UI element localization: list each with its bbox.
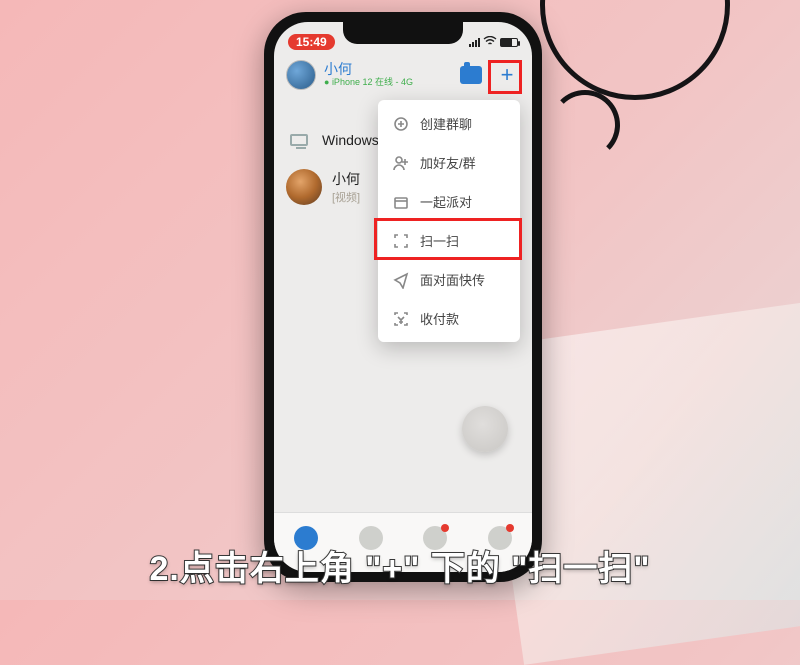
phone-notch — [343, 22, 463, 44]
menu-label: 加好友/群 — [420, 153, 476, 172]
floating-assist-button[interactable] — [462, 406, 508, 452]
header-username: 小何 — [324, 62, 452, 77]
highlight-plus — [488, 60, 522, 94]
stethoscope-cable — [540, 0, 730, 100]
menu-party[interactable]: 一起派对 — [378, 182, 520, 221]
party-icon — [392, 193, 410, 211]
phone-screen: 15:49 小何 iPhone 12 在线 - 4G + 搜索 — [274, 22, 532, 572]
status-time: 15:49 — [288, 34, 335, 50]
header-avatar[interactable] — [286, 60, 316, 90]
stethoscope-cable — [550, 90, 620, 160]
menu-add-friend[interactable]: 加好友/群 — [378, 143, 520, 182]
instruction-caption: 2.点击右上角 "+" 下的 "扫一扫" — [0, 541, 800, 590]
highlight-scan — [374, 218, 522, 260]
monitor-icon — [286, 127, 312, 153]
payment-icon — [392, 310, 410, 328]
add-friend-icon — [392, 154, 410, 172]
signal-icon — [469, 38, 480, 47]
phone-frame: 15:49 小何 iPhone 12 在线 - 4G + 搜索 — [264, 12, 542, 582]
group-chat-icon — [392, 115, 410, 133]
menu-face-transfer[interactable]: 面对面快传 — [378, 260, 520, 299]
menu-label: 收付款 — [420, 309, 459, 328]
menu-payment[interactable]: 收付款 — [378, 299, 520, 338]
camera-icon[interactable] — [460, 66, 482, 84]
status-indicators — [469, 35, 518, 49]
menu-create-group[interactable]: 创建群聊 — [378, 104, 520, 143]
menu-label: 面对面快传 — [420, 270, 485, 289]
wifi-icon — [483, 35, 497, 49]
header-text: 小何 iPhone 12 在线 - 4G — [324, 62, 452, 87]
battery-icon — [500, 38, 518, 47]
menu-label: 一起派对 — [420, 192, 472, 211]
header-status: iPhone 12 在线 - 4G — [324, 78, 452, 88]
menu-label: 创建群聊 — [420, 114, 472, 133]
contact-avatar — [286, 169, 322, 205]
send-icon — [392, 271, 410, 289]
